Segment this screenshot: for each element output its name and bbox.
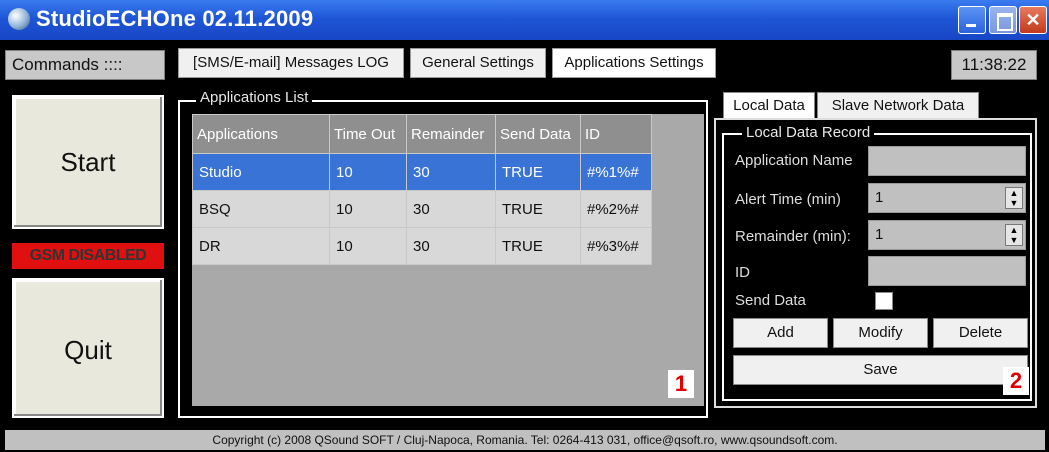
id-field[interactable] [868, 256, 1026, 286]
table-header-row: Applications Time Out Remainder Send Dat… [192, 114, 652, 154]
alert-time-label: Alert Time (min) [735, 191, 841, 208]
id-label: ID [735, 264, 750, 281]
gsm-status-badge: GSM DISABLED [12, 243, 164, 269]
send-data-label: Send Data [735, 292, 806, 309]
remainder-spinner[interactable]: ▲ ▼ [1005, 224, 1023, 246]
marker-2: 2 [1003, 367, 1029, 395]
table-cell: 30 [406, 227, 496, 265]
table-row[interactable]: BSQ 10 30 TRUE #%2%# [192, 190, 652, 228]
send-data-checkbox[interactable] [875, 292, 893, 310]
remainder-value: 1 [875, 226, 884, 243]
table-cell: #%1%# [580, 153, 652, 191]
alert-time-spinner[interactable]: ▲ ▼ [1005, 187, 1023, 209]
column-header[interactable]: Send Data [495, 114, 581, 154]
commands-label: Commands :::: [5, 50, 165, 80]
table-cell: 30 [406, 190, 496, 228]
remainder-label: Remainder (min): [735, 228, 851, 245]
clock: 11:38:22 [951, 50, 1037, 80]
tab-general-settings[interactable]: General Settings [410, 48, 546, 78]
tab-applications-settings[interactable]: Applications Settings [552, 48, 716, 78]
column-header[interactable]: Applications [192, 114, 330, 154]
tab-messages-log[interactable]: [SMS/E-mail] Messages LOG [178, 48, 404, 78]
app-window: StudioECHOne 02.11.2009 ✕ Commands :::: … [0, 0, 1049, 452]
window-title: StudioECHOne 02.11.2009 [36, 6, 314, 31]
delete-button[interactable]: Delete [933, 318, 1028, 348]
table-cell: #%3%# [580, 227, 652, 265]
application-name-label: Application Name [735, 152, 853, 169]
marker-1: 1 [668, 370, 694, 398]
column-header[interactable]: ID [580, 114, 652, 154]
remainder-field[interactable]: 1 ▲ ▼ [868, 220, 1026, 250]
table-cell: DR [192, 227, 330, 265]
title-bar[interactable]: StudioECHOne 02.11.2009 ✕ [0, 0, 1049, 40]
modify-button[interactable]: Modify [833, 318, 928, 348]
table-cell: TRUE [495, 190, 581, 228]
app-icon [8, 8, 30, 30]
applications-list-title: Applications List [196, 89, 313, 106]
column-header[interactable]: Time Out [329, 114, 407, 154]
tab-local-data[interactable]: Local Data [723, 92, 815, 120]
table-cell: 10 [329, 153, 407, 191]
column-header[interactable]: Remainder [406, 114, 496, 154]
save-button[interactable]: Save [733, 355, 1028, 385]
table-cell: BSQ [192, 190, 330, 228]
table-cell: 30 [406, 153, 496, 191]
applications-table[interactable]: Applications Time Out Remainder Send Dat… [192, 114, 652, 265]
table-row[interactable]: DR 10 30 TRUE #%3%# [192, 227, 652, 265]
local-data-record-title: Local Data Record [742, 124, 875, 141]
table-cell: 10 [329, 190, 407, 228]
table-cell: #%2%# [580, 190, 652, 228]
table-cell: TRUE [495, 153, 581, 191]
start-button[interactable]: Start [12, 95, 164, 229]
alert-time-field[interactable]: 1 ▲ ▼ [868, 183, 1026, 213]
application-name-field[interactable] [868, 146, 1026, 176]
table-cell: Studio [192, 153, 330, 191]
close-button[interactable]: ✕ [1019, 6, 1047, 34]
alert-time-value: 1 [875, 189, 884, 206]
footer-copyright: Copyright (c) 2008 QSound SOFT / Cluj-Na… [5, 430, 1045, 450]
table-cell: TRUE [495, 227, 581, 265]
maximize-button[interactable] [989, 6, 1017, 34]
add-button[interactable]: Add [733, 318, 828, 348]
quit-button[interactable]: Quit [12, 278, 164, 418]
minimize-button[interactable] [958, 6, 986, 34]
table-cell: 10 [329, 227, 407, 265]
tab-slave-network-data[interactable]: Slave Network Data [817, 92, 979, 120]
table-row[interactable]: Studio 10 30 TRUE #%1%# [192, 153, 652, 191]
